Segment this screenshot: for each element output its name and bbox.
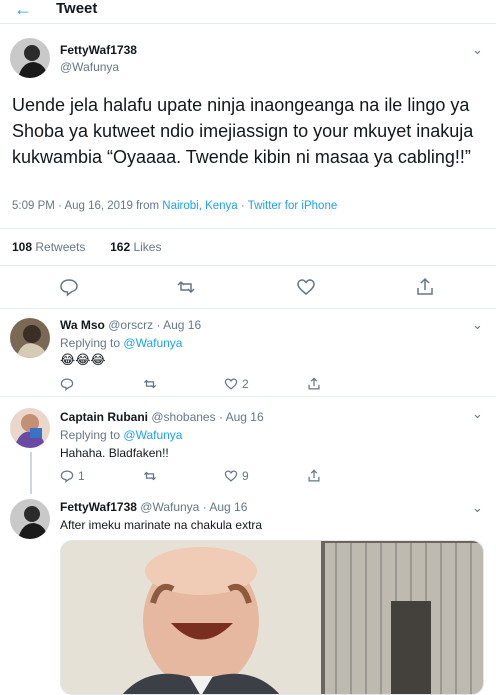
avatar[interactable] <box>10 318 50 358</box>
reply-author-handle[interactable]: @Wafunya <box>140 500 199 514</box>
like-icon[interactable]: 9 <box>224 468 249 484</box>
tweet-meta: 5:09 PM · Aug 16, 2019 from Nairobi, Ken… <box>12 200 338 212</box>
reply-icon[interactable] <box>60 376 78 392</box>
share-icon[interactable] <box>307 376 321 392</box>
retweet-icon[interactable] <box>176 277 196 297</box>
reply-icon[interactable]: 1 <box>60 468 85 484</box>
reply-tweet[interactable]: Captain Rubani @shobanes · Aug 16 ⌄ Repl… <box>0 398 496 492</box>
reply-text: After imeku marinate na chakula extra <box>60 518 263 532</box>
avatar[interactable] <box>10 38 50 78</box>
chevron-down-icon[interactable]: ⌄ <box>472 42 483 58</box>
thread-line <box>30 452 32 494</box>
likes-count[interactable]: 162 <box>110 240 130 254</box>
like-count: 2 <box>242 377 249 391</box>
chevron-down-icon[interactable]: ⌄ <box>472 317 483 333</box>
tweet-location[interactable]: Nairobi, Kenya <box>162 200 237 212</box>
avatar[interactable] <box>10 499 50 539</box>
media-image[interactable] <box>60 540 484 695</box>
page-title: Tweet <box>56 0 98 17</box>
reply-author-handle[interactable]: @shobanes <box>151 410 215 424</box>
author-handle[interactable]: @Wafunya <box>60 60 119 74</box>
chevron-down-icon[interactable]: ⌄ <box>472 406 483 422</box>
tweet-stats: 108 Retweets 162 Likes <box>0 228 496 266</box>
share-icon[interactable] <box>415 277 435 297</box>
tweet-client[interactable]: Twitter for iPhone <box>248 200 337 212</box>
retweets-count[interactable]: 108 <box>12 240 32 254</box>
retweet-icon[interactable] <box>143 376 157 392</box>
tweet-text: Uende jela halafu upate ninja inaongeang… <box>12 95 474 167</box>
chevron-down-icon[interactable]: ⌄ <box>472 500 483 516</box>
avatar[interactable] <box>10 408 50 448</box>
like-count: 9 <box>242 469 249 483</box>
arrow-left-icon[interactable]: ← <box>14 0 32 18</box>
top-bar: ← Tweet <box>0 0 496 24</box>
reply-count: 1 <box>78 469 85 483</box>
reply-date[interactable]: Aug 16 <box>163 318 201 332</box>
like-icon[interactable] <box>296 277 316 297</box>
reply-text: 😂😂😂 <box>60 352 106 367</box>
share-icon[interactable] <box>307 468 321 484</box>
likes-label[interactable]: Likes <box>133 240 161 254</box>
retweets-label[interactable]: Retweets <box>35 240 85 254</box>
like-icon[interactable]: 2 <box>224 376 249 392</box>
tweet-time[interactable]: 5:09 PM <box>12 200 55 212</box>
replying-to-link[interactable]: @Wafunya <box>123 428 182 442</box>
retweet-icon[interactable] <box>143 468 157 484</box>
reply-author-name[interactable]: Wa Mso <box>60 318 105 332</box>
reply-icon[interactable] <box>59 277 79 297</box>
reply-author-name[interactable]: Captain Rubani <box>60 410 148 424</box>
replying-to-link[interactable]: @Wafunya <box>123 336 182 350</box>
reply-text: Hahaha. Bladfaken!! <box>60 446 169 460</box>
tweet-actions <box>0 267 496 309</box>
reply-date[interactable]: Aug 16 <box>209 500 247 514</box>
reply-date[interactable]: Aug 16 <box>226 410 264 424</box>
tweet-date[interactable]: Aug 16, 2019 <box>64 200 132 212</box>
reply-author-name[interactable]: FettyWaf1738 <box>60 500 137 514</box>
reply-author-handle[interactable]: @orscrz <box>108 318 153 332</box>
author-name[interactable]: FettyWaf1738 <box>60 43 137 57</box>
reply-tweet[interactable]: Wa Mso @orscrz · Aug 16 ⌄ Replying to @W… <box>0 309 496 397</box>
